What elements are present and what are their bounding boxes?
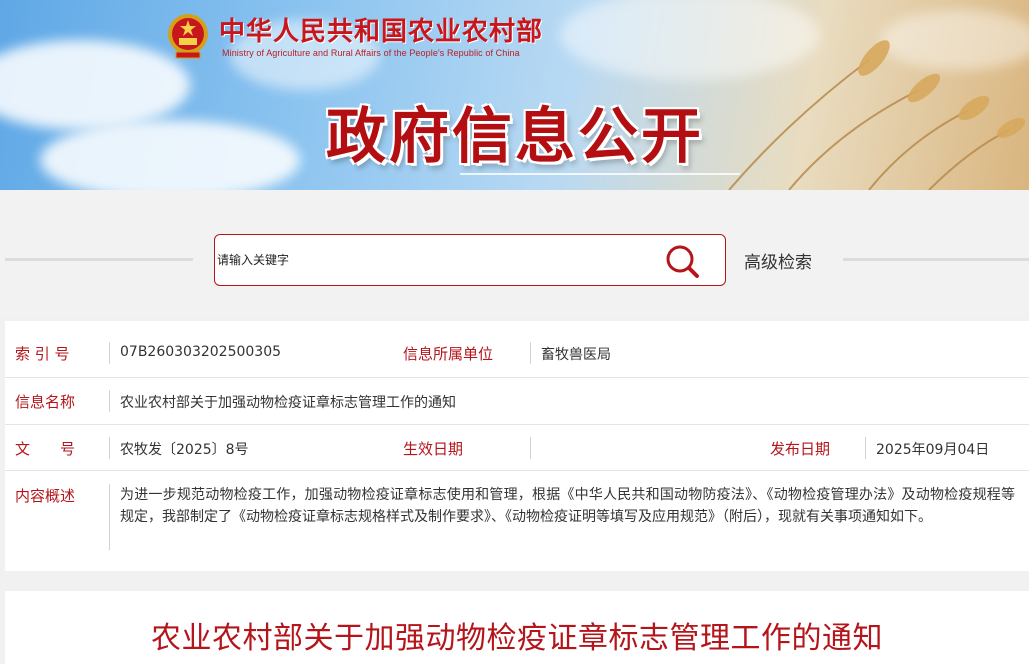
- divider: [109, 437, 110, 459]
- cloud-decoration: [40, 120, 300, 190]
- unit-label: 信息所属单位: [403, 345, 494, 363]
- divider: [843, 258, 1029, 261]
- cloud-decoration: [0, 40, 190, 130]
- article-section: 农业农村部关于加强动物检疫证章标志管理工作的通知: [5, 591, 1029, 664]
- row-divider: [5, 377, 1029, 378]
- doc-number-value: 农牧发〔2025〕8号: [120, 442, 249, 458]
- row-divider: [5, 470, 1029, 471]
- divider: [530, 342, 531, 364]
- index-value: 07B260303202500305: [120, 344, 282, 360]
- effective-date-label: 生效日期: [403, 440, 464, 458]
- info-table: 索 引 号 07B260303202500305 信息所属单位 畜牧兽医局 信息…: [5, 321, 1029, 571]
- search-box: [214, 234, 726, 286]
- divider: [109, 390, 110, 412]
- site-subtitle: Ministry of Agriculture and Rural Affair…: [222, 48, 520, 58]
- publish-date-value: 2025年09月04日: [876, 442, 990, 458]
- divider: [109, 342, 110, 364]
- banner-title: 政府信息公开: [326, 102, 704, 172]
- national-emblem-icon: [168, 14, 208, 59]
- header-banner: 中华人民共和国农业农村部 Ministry of Agriculture and…: [0, 0, 1029, 190]
- row-divider: [5, 424, 1029, 425]
- divider: [5, 258, 193, 261]
- site-title[interactable]: 中华人民共和国农业农村部: [219, 11, 543, 48]
- search-area: 高级检索: [0, 190, 1029, 315]
- index-label: 索 引 号: [15, 345, 70, 363]
- search-input[interactable]: [217, 249, 637, 271]
- name-value: 农业农村部关于加强动物检疫证章标志管理工作的通知: [120, 395, 456, 411]
- divider: [530, 437, 531, 459]
- doc-number-label: 文 号: [15, 440, 76, 458]
- publish-date-label: 发布日期: [770, 440, 831, 458]
- divider: [865, 437, 866, 459]
- advanced-search-link[interactable]: 高级检索: [744, 248, 812, 273]
- wheat-decoration: [728, 40, 1026, 190]
- search-icon[interactable]: [664, 243, 700, 279]
- divider: [109, 484, 110, 550]
- summary-text: 为进一步规范动物检疫工作，加强动物检疫证章标志使用和管理，根据《中华人民共和国动…: [120, 487, 1015, 525]
- name-label: 信息名称: [15, 393, 76, 411]
- unit-value: 畜牧兽医局: [541, 347, 611, 363]
- article-title: 农业农村部关于加强动物检疫证章标志管理工作的通知: [151, 621, 883, 656]
- banner-underline: [460, 173, 740, 175]
- summary-label: 内容概述: [15, 487, 76, 505]
